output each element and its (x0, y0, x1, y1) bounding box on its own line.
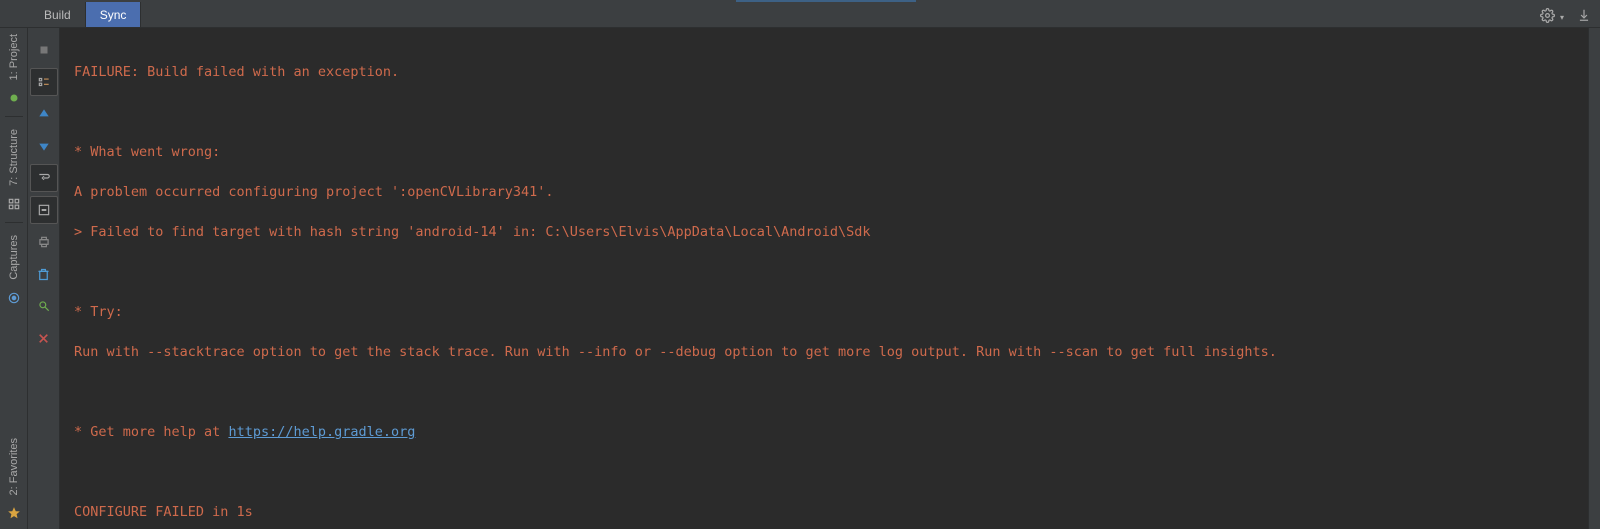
rail-favorites[interactable]: 2: Favorites (8, 432, 20, 501)
memory-indicator-icon[interactable] (30, 292, 58, 320)
help-link[interactable]: https://help.gradle.org (228, 424, 415, 440)
rail-favorites-label: 2: Favorites (8, 438, 20, 495)
tab-actions: ▾ (1538, 2, 1594, 28)
print-icon[interactable] (30, 228, 58, 256)
build-tool-tabs: Build Sync ▾ (0, 2, 1600, 28)
restart-icon[interactable] (30, 36, 58, 64)
star-icon (6, 505, 22, 521)
console-line: * What went wrong: (74, 142, 1600, 162)
rail-separator (5, 116, 23, 117)
soft-wrap-icon[interactable] (30, 164, 58, 192)
build-output-console[interactable]: FAILURE: Build failed with an exception.… (60, 28, 1600, 529)
scroll-to-end-icon[interactable] (30, 196, 58, 224)
tab-build[interactable]: Build (30, 2, 86, 27)
rail-captures-label: Captures (8, 235, 20, 280)
rail-project[interactable]: 1: Project (8, 28, 20, 86)
download-icon[interactable] (1574, 5, 1594, 25)
clear-all-icon[interactable] (30, 260, 58, 288)
rail-project-label: 1: Project (8, 34, 20, 80)
console-line: FAILURE: Build failed with an exception. (74, 62, 1600, 82)
dropdown-caret-icon[interactable]: ▾ (1560, 13, 1564, 22)
captures-icon (6, 290, 22, 306)
android-icon (6, 90, 22, 106)
console-line: CONFIGURE FAILED in 1s (74, 502, 1600, 522)
console-line: Run with --stacktrace option to get the … (74, 342, 1600, 362)
vertical-scrollbar[interactable] (1588, 28, 1600, 529)
console-text: * Get more help at (74, 424, 228, 440)
console-line (74, 262, 1600, 282)
scroll-down-icon[interactable] (30, 132, 58, 160)
rail-captures[interactable]: Captures (8, 229, 20, 286)
console-line (74, 382, 1600, 402)
console-line: > Failed to find target with hash string… (74, 222, 1600, 242)
rail-structure-label: 7: Structure (8, 129, 20, 186)
console-gutter (28, 28, 60, 529)
rail-structure[interactable]: 7: Structure (8, 123, 20, 192)
left-tool-rail: 1: Project 7: Structure Captures (0, 28, 28, 529)
console-line: A problem occurred configuring project '… (74, 182, 1600, 202)
settings-gear-icon[interactable] (1538, 5, 1558, 25)
toggle-view-icon[interactable] (30, 68, 58, 96)
rail-separator-2 (5, 222, 23, 223)
console-line: * Get more help at https://help.gradle.o… (74, 422, 1600, 442)
tab-sync[interactable]: Sync (86, 2, 142, 27)
scroll-up-icon[interactable] (30, 100, 58, 128)
console-line: * Try: (74, 302, 1600, 322)
structure-icon (6, 196, 22, 212)
main-area: 1: Project 7: Structure Captures (0, 28, 1600, 529)
console-line (74, 102, 1600, 122)
close-icon[interactable] (30, 324, 58, 352)
console-line (74, 462, 1600, 482)
